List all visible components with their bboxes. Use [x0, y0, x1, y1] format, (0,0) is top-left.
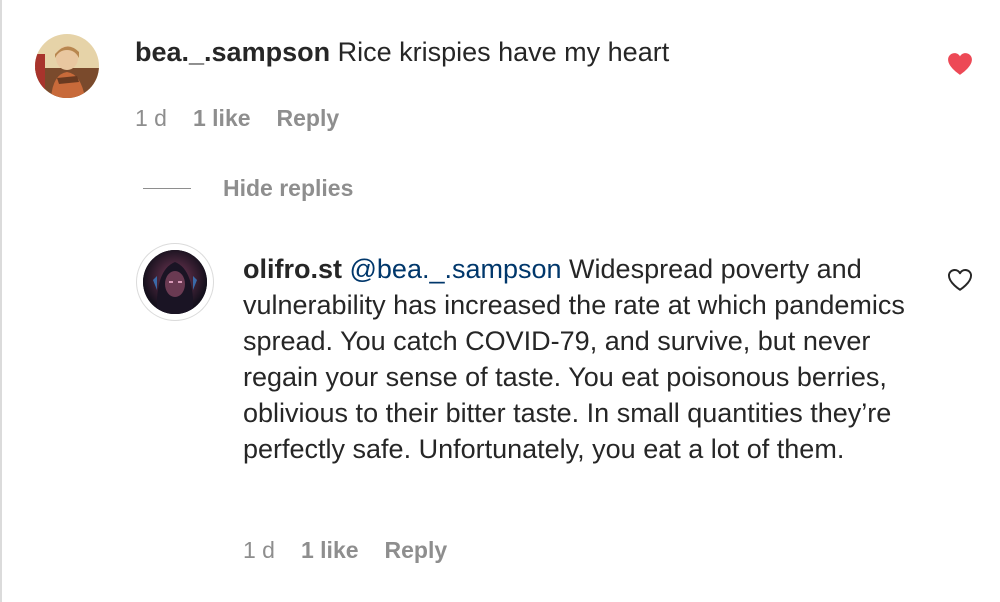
- hide-replies-button[interactable]: Hide replies: [143, 174, 353, 202]
- reply-mention-link[interactable]: @bea._.sampson: [342, 254, 562, 284]
- reply-body: Widespread poverty and vulnerability has…: [243, 254, 905, 464]
- reply-button[interactable]: Reply: [385, 536, 448, 564]
- avatar[interactable]: [35, 34, 99, 98]
- avatar-with-story-ring[interactable]: [137, 244, 213, 320]
- reply-meta: 1 d 1 like Reply: [243, 536, 447, 564]
- comment-username[interactable]: bea._.sampson: [135, 37, 330, 67]
- hide-replies-label: Hide replies: [223, 175, 354, 201]
- window-left-border: [0, 0, 2, 602]
- comment-likes-link[interactable]: 1 like: [193, 104, 251, 132]
- reply-likes-link[interactable]: 1 like: [301, 536, 359, 564]
- heart-outline-icon[interactable]: [947, 268, 973, 292]
- replies-divider-line: [143, 187, 191, 189]
- comment-body: Rice krispies have my heart: [330, 37, 670, 67]
- profile-photo-icon: [143, 250, 207, 314]
- profile-photo-icon: [35, 34, 99, 98]
- heart-filled-icon[interactable]: [947, 52, 973, 76]
- reply-time: 1 d: [243, 537, 275, 563]
- reply-comment: olifro.st @bea._.sampson Widespread pove…: [243, 251, 933, 467]
- comment: bea._.sampson Rice krispies have my hear…: [135, 34, 915, 70]
- reply-username[interactable]: olifro.st: [243, 254, 342, 284]
- reply-button[interactable]: Reply: [277, 104, 340, 132]
- comment-time: 1 d: [135, 105, 167, 131]
- comment-meta: 1 d 1 like Reply: [135, 104, 339, 132]
